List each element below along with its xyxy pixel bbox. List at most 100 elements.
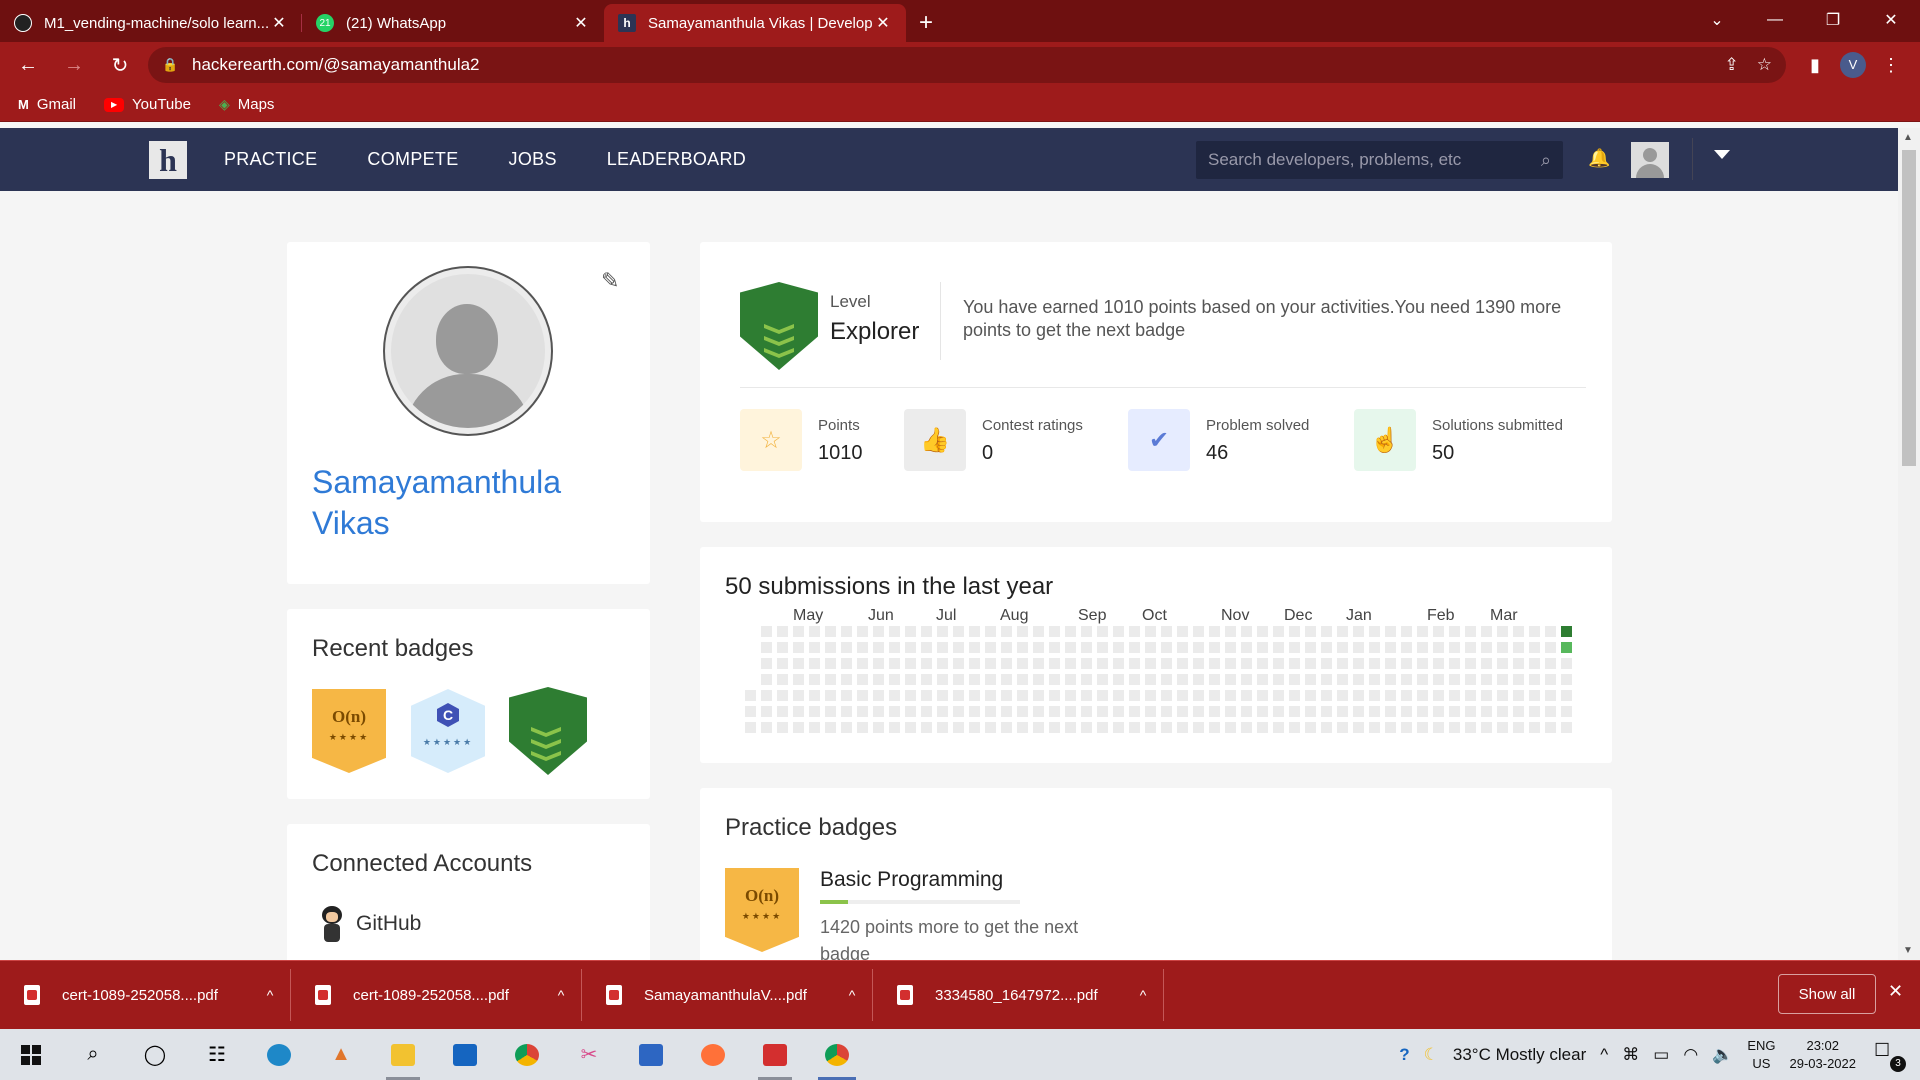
heatmap-cell[interactable]	[1257, 674, 1268, 685]
heatmap-cell[interactable]	[1433, 642, 1444, 653]
heatmap-cell[interactable]	[1289, 642, 1300, 653]
heatmap-cell[interactable]	[1065, 626, 1076, 637]
heatmap-cell[interactable]	[873, 690, 884, 701]
heatmap-cell[interactable]	[1177, 658, 1188, 669]
heatmap-cell[interactable]	[1289, 626, 1300, 637]
heatmap-cell[interactable]	[969, 674, 980, 685]
chevron-up-icon[interactable]: ^	[832, 987, 872, 1003]
heatmap-cell[interactable]	[1273, 658, 1284, 669]
heatmap-cell[interactable]	[969, 706, 980, 717]
user-menu-caret-icon[interactable]	[1714, 150, 1730, 159]
heatmap-cell[interactable]	[905, 658, 916, 669]
heatmap-cell[interactable]	[793, 642, 804, 653]
heatmap-cell[interactable]	[1529, 690, 1540, 701]
heatmap-cell[interactable]	[1529, 674, 1540, 685]
heatmap-cell[interactable]	[841, 626, 852, 637]
heatmap-cell[interactable]	[825, 690, 836, 701]
heatmap-cell[interactable]	[1561, 658, 1572, 669]
heatmap-cell[interactable]	[1545, 642, 1556, 653]
heatmap-cell[interactable]	[793, 674, 804, 685]
heatmap-cell[interactable]	[1481, 674, 1492, 685]
heatmap-cell[interactable]	[873, 642, 884, 653]
heatmap-cell[interactable]	[889, 658, 900, 669]
heatmap-cell[interactable]	[1465, 658, 1476, 669]
heatmap-cell[interactable]	[1209, 674, 1220, 685]
heatmap-cell[interactable]	[1129, 722, 1140, 733]
heatmap-cell[interactable]	[1241, 626, 1252, 637]
volume-icon[interactable]: 🔈	[1712, 1045, 1733, 1065]
notifications-bell-icon[interactable]: 🔔	[1588, 148, 1610, 169]
chevron-up-icon[interactable]: ^	[250, 987, 290, 1003]
heatmap-cell[interactable]	[953, 674, 964, 685]
heatmap-cell[interactable]	[1225, 706, 1236, 717]
heatmap-cell[interactable]	[1193, 674, 1204, 685]
search-icon[interactable]: ⌕	[62, 1029, 124, 1080]
heatmap-cell[interactable]	[1401, 658, 1412, 669]
heatmap-cell[interactable]	[921, 642, 932, 653]
heatmap-cell[interactable]	[985, 722, 996, 733]
heatmap-cell[interactable]	[937, 642, 948, 653]
bookmark-gmail[interactable]: M Gmail	[18, 96, 76, 113]
heatmap-cell[interactable]	[1337, 690, 1348, 701]
heatmap-cell[interactable]	[1081, 722, 1092, 733]
heatmap-cell[interactable]	[1241, 642, 1252, 653]
heatmap-cell[interactable]	[1017, 690, 1028, 701]
chevron-up-icon[interactable]: ^	[1123, 987, 1163, 1003]
heatmap-cell[interactable]	[1017, 674, 1028, 685]
heatmap-cell[interactable]	[793, 626, 804, 637]
heatmap-cell[interactable]	[1209, 690, 1220, 701]
heatmap-cell[interactable]	[1129, 642, 1140, 653]
heatmap-cell[interactable]	[985, 642, 996, 653]
heatmap-cell[interactable]	[825, 642, 836, 653]
heatmap-cell[interactable]	[873, 722, 884, 733]
heatmap-cell[interactable]	[921, 658, 932, 669]
heatmap-cell[interactable]	[841, 674, 852, 685]
heatmap-cell[interactable]	[873, 674, 884, 685]
heatmap-cell[interactable]	[1289, 722, 1300, 733]
heatmap-cell[interactable]	[1433, 722, 1444, 733]
heatmap-cell[interactable]	[1369, 674, 1380, 685]
heatmap-cell[interactable]	[1049, 706, 1060, 717]
heatmap-cell[interactable]	[1001, 642, 1012, 653]
scroll-up-arrow-icon[interactable]: ▲	[1903, 132, 1913, 143]
edit-profile-icon[interactable]: ✎	[601, 268, 619, 294]
heatmap-cell[interactable]	[1065, 706, 1076, 717]
heatmap-cell[interactable]	[793, 690, 804, 701]
heatmap-cell[interactable]	[1049, 626, 1060, 637]
complexity-badge[interactable]: O(n) ★★★★	[312, 689, 386, 773]
heatmap-cell[interactable]	[1001, 674, 1012, 685]
heatmap-cell[interactable]	[1193, 722, 1204, 733]
close-tab-icon[interactable]: ✕	[270, 13, 288, 33]
heatmap-cell[interactable]	[1065, 642, 1076, 653]
heatmap-cell[interactable]	[1449, 722, 1460, 733]
heatmap-cell[interactable]	[1337, 722, 1348, 733]
heatmap-cell[interactable]	[1337, 658, 1348, 669]
heatmap-cell[interactable]	[1433, 658, 1444, 669]
heatmap-cell[interactable]	[1241, 674, 1252, 685]
heatmap-cell[interactable]	[1177, 642, 1188, 653]
heatmap-cell[interactable]	[1129, 706, 1140, 717]
heatmap-cell[interactable]	[1257, 626, 1268, 637]
heatmap-cell[interactable]	[1289, 658, 1300, 669]
heatmap-cell[interactable]	[1497, 722, 1508, 733]
heatmap-cell[interactable]	[1081, 626, 1092, 637]
heatmap-cell[interactable]	[1289, 690, 1300, 701]
reload-button[interactable]: ↻	[102, 47, 138, 83]
heatmap-cell[interactable]	[1305, 626, 1316, 637]
heatmap-cell[interactable]	[1529, 706, 1540, 717]
heatmap-cell[interactable]	[1417, 626, 1428, 637]
heatmap-cell[interactable]	[1353, 642, 1364, 653]
heatmap-cell[interactable]	[857, 722, 868, 733]
heatmap-cell[interactable]	[1449, 690, 1460, 701]
bookmark-star-icon[interactable]: ☆	[1757, 55, 1772, 75]
heatmap-cell[interactable]	[1161, 658, 1172, 669]
heatmap-cell[interactable]	[905, 690, 916, 701]
heatmap-cell[interactable]	[1385, 626, 1396, 637]
heatmap-cell[interactable]	[1113, 658, 1124, 669]
heatmap-cell[interactable]	[761, 626, 772, 637]
heatmap-cell[interactable]	[1417, 722, 1428, 733]
heatmap-cell[interactable]	[1545, 658, 1556, 669]
heatmap-cell[interactable]	[1305, 674, 1316, 685]
heatmap-cell[interactable]	[745, 722, 756, 733]
heatmap-cell[interactable]	[809, 674, 820, 685]
